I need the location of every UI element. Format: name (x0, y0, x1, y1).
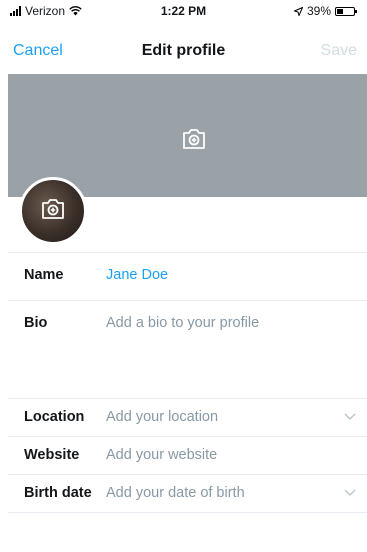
battery-group: 39% (293, 4, 357, 18)
website-label: Website (24, 447, 80, 463)
birth-date-field[interactable]: Add your date of birth (106, 485, 245, 501)
bio-label: Bio (24, 315, 48, 331)
bio-row[interactable]: Bio Add a bio to your profile (8, 300, 367, 398)
name-row[interactable]: Name Jane Doe (8, 252, 367, 300)
location-row[interactable]: Location Add your location (8, 398, 367, 436)
location-arrow-icon (293, 6, 303, 16)
location-label: Location (24, 409, 85, 425)
avatar[interactable] (19, 177, 87, 245)
page-title: Edit profile (141, 42, 226, 59)
navigation-bar: Cancel Edit profile Save (0, 24, 367, 72)
chevron-down-icon[interactable] (343, 409, 357, 423)
website-field[interactable]: Add your website (106, 447, 217, 463)
birth-date-row[interactable]: Birth date Add your date of birth (8, 474, 367, 513)
name-label: Name (24, 267, 64, 283)
website-row[interactable]: Website Add your website (8, 436, 367, 474)
battery-level (337, 8, 343, 14)
status-bar: Verizon 1:22 PM 39% (0, 0, 367, 22)
birth-date-label: Birth date (24, 485, 92, 501)
profile-fields: Name Jane Doe Bio Add a bio to your prof… (8, 252, 367, 513)
chevron-down-icon[interactable] (343, 485, 357, 499)
save-button[interactable]: Save (321, 42, 357, 60)
name-field[interactable]: Jane Doe (106, 267, 168, 283)
battery-percent: 39% (306, 4, 331, 18)
camera-plus-icon[interactable] (181, 126, 207, 152)
battery-icon (335, 6, 357, 16)
location-field[interactable]: Add your location (106, 409, 218, 425)
camera-plus-icon[interactable] (40, 196, 66, 222)
bio-field[interactable]: Add a bio to your profile (106, 315, 259, 331)
